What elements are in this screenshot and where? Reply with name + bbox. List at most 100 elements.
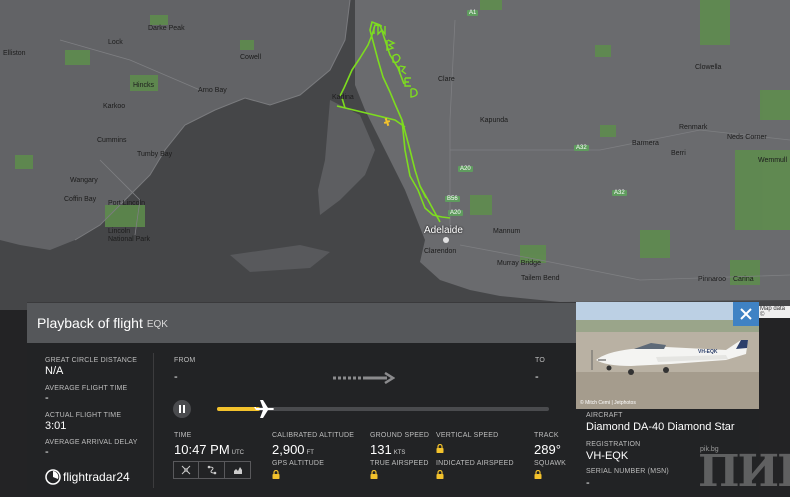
tail-registration: VH-EQK: [698, 349, 718, 355]
map-label: Cummins: [97, 137, 127, 144]
timeline-plane-handle[interactable]: [254, 398, 276, 420]
panel-header: Playback of flight EQK: [27, 303, 576, 343]
map-label: Karkoo: [103, 103, 126, 110]
calibrated-altitude-value: 2,900 FT: [272, 442, 314, 457]
ground-speed-text: 131: [370, 442, 392, 457]
time-value: 10:47 PM UTC: [174, 442, 244, 457]
lock-icon[interactable]: [436, 444, 444, 453]
chart-icon: [233, 467, 242, 474]
road-shield: A20: [448, 210, 463, 216]
squawk-label: SQUAWK: [534, 460, 567, 467]
vertical-speed-label: VERTICAL SPEED: [436, 432, 499, 439]
map-label: Port Lincoln: [108, 200, 145, 207]
track-value: 289°: [534, 442, 561, 457]
lock-icon[interactable]: [370, 470, 378, 479]
map-label: Lincoln National Park: [108, 228, 151, 243]
ground-speed-label: GROUND SPEED: [370, 432, 430, 439]
from-value: -: [174, 371, 178, 383]
map-label: Wemmull: [758, 157, 788, 164]
cal-alt-unit: FT: [306, 450, 314, 456]
gps-altitude-label: GPS ALTITUDE: [272, 460, 325, 467]
aircraft-photo[interactable]: VH-EQK © Mitch Cemi | Jetphotos: [576, 302, 759, 409]
photo-credit[interactable]: © Mitch Cemi | Jetphotos: [580, 400, 636, 406]
great-circle-label: GREAT CIRCLE DISTANCE: [45, 357, 138, 364]
indicated-airspeed-label: INDICATED AIRSPEED: [436, 460, 514, 467]
playback-panel: Playback of flight EQK GREAT CIRCLE DIST…: [27, 302, 576, 494]
map-label: Kadina: [332, 94, 354, 101]
serial-number-label: SERIAL NUMBER (MSN): [586, 468, 669, 475]
map-label: Carina: [733, 276, 754, 283]
map-label: Coffin Bay: [64, 196, 97, 203]
collapse-icon: [181, 465, 191, 475]
map-label: Clowella: [695, 64, 722, 71]
map-label: Barmera: [632, 140, 659, 147]
time-label: TIME: [174, 432, 192, 439]
map-label: Arno Bay: [198, 87, 227, 94]
route-icon: [207, 465, 216, 475]
graph-view-button[interactable]: [225, 461, 251, 479]
panel-divider: [153, 353, 154, 488]
close-icon: [740, 308, 752, 320]
map-label: Neds Corner: [727, 134, 767, 141]
map-label: Wangary: [70, 177, 98, 184]
map-label: Darke Peak: [148, 25, 185, 32]
flight-map[interactable]: Darke Peak Lock Cowell Elliston Hincks A…: [0, 0, 790, 318]
fr24-brand: flightradar24: [63, 470, 130, 484]
road-shield: A20: [458, 166, 473, 172]
view-buttons: [173, 461, 251, 479]
close-button[interactable]: [733, 302, 759, 326]
ground-speed-unit: KTS: [393, 450, 406, 456]
route-arrow-icon: [333, 371, 396, 385]
lock-icon[interactable]: [534, 470, 542, 479]
time-text: 10:47 PM: [174, 442, 230, 457]
fr24-radar-icon: [45, 469, 61, 485]
map-label: Renmark: [679, 124, 708, 131]
cal-alt-text: 2,900: [272, 442, 305, 457]
lock-icon[interactable]: [436, 470, 444, 479]
map-label: Pinnaroo: [698, 276, 727, 283]
actual-flight-time-value: 3:01: [45, 420, 67, 432]
map-label: Hincks: [133, 82, 155, 89]
map-label: Tumby Bay: [137, 151, 173, 158]
map-label: Murray Bridge: [497, 260, 541, 267]
actual-flight-time-label: ACTUAL FLIGHT TIME: [45, 412, 122, 419]
time-unit: UTC: [231, 450, 244, 456]
map-label: Tailem Bend: [521, 275, 560, 282]
track-label: TRACK: [534, 432, 559, 439]
calibrated-altitude-label: CALIBRATED ALTITUDE: [272, 432, 355, 439]
road-shield: A32: [612, 190, 627, 196]
road-shield: A32: [574, 145, 589, 151]
road-shield: B56: [445, 196, 460, 202]
watermark-logo: ПИК: [698, 446, 790, 497]
avg-arrival-delay-label: AVERAGE ARRIVAL DELAY: [45, 439, 138, 446]
to-value: -: [535, 371, 539, 383]
true-airspeed-label: TRUE AIRSPEED: [370, 460, 429, 467]
pause-button[interactable]: [173, 400, 191, 418]
map-label: Elliston: [3, 50, 26, 57]
map-label: Mannum: [493, 228, 521, 235]
route-view-button[interactable]: [199, 461, 225, 479]
map-label: Lock: [108, 39, 123, 46]
map-attribution[interactable]: Map data ©: [758, 306, 790, 318]
aircraft-value: Diamond DA-40 Diamond Star: [586, 421, 735, 433]
plane-icon: [254, 400, 275, 418]
pause-icon: [179, 405, 185, 413]
map-label: Kapunda: [480, 117, 509, 124]
aircraft-label: AIRCRAFT: [586, 412, 623, 419]
playback-timeline[interactable]: [217, 400, 549, 418]
lock-icon[interactable]: [272, 470, 280, 479]
ground-speed-value: 131 KTS: [370, 442, 405, 457]
road-shield: A1: [467, 10, 479, 16]
registration-label: REGISTRATION: [586, 441, 641, 448]
avg-flight-time-value: -: [45, 392, 49, 404]
flight-callsign: EQK: [146, 319, 168, 330]
collapse-view-button[interactable]: [173, 461, 199, 479]
great-circle-value: N/A: [45, 365, 64, 377]
map-label: Clarendon: [424, 248, 457, 255]
avg-arrival-delay-value: -: [45, 446, 49, 458]
from-label: FROM: [174, 357, 196, 364]
map-label: Clare: [438, 76, 455, 83]
map-label-adelaide: Adelaide: [424, 225, 463, 236]
fr24-logo[interactable]: flightradar24: [45, 469, 130, 485]
to-label: TO: [535, 357, 545, 364]
